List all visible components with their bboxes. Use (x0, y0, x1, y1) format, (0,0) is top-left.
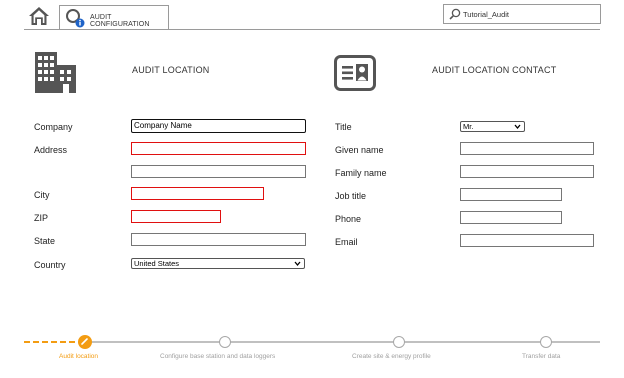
email-label: Email (335, 237, 358, 247)
tab-audit-configuration[interactable]: AUDIT CONFIGURATION (59, 5, 169, 30)
toolbar-divider (24, 29, 600, 30)
project-name: Tutorial_Audit (463, 10, 509, 19)
address-line2-field[interactable] (131, 165, 306, 178)
city-field[interactable] (131, 187, 264, 200)
stepper-progress-line (24, 341, 80, 343)
edit-pencil-icon (81, 338, 88, 345)
company-field[interactable]: Company Name (131, 119, 306, 133)
step-2-label[interactable]: Configure base station and data loggers (160, 353, 275, 360)
step-4-node[interactable] (540, 336, 552, 348)
family-name-label: Family name (335, 168, 387, 178)
address-line1-field[interactable] (131, 142, 306, 155)
building-icon (35, 52, 76, 93)
step-1-node[interactable] (78, 335, 92, 349)
company-label: Company (34, 122, 73, 132)
phone-field[interactable] (460, 211, 562, 224)
given-name-field[interactable] (460, 142, 594, 155)
home-button[interactable] (28, 6, 50, 26)
state-label: State (34, 236, 56, 246)
family-name-field[interactable] (460, 165, 594, 178)
phone-label: Phone (335, 214, 362, 224)
stepper-track-line (90, 341, 600, 343)
magnifier-info-icon (66, 9, 85, 28)
zip-field[interactable] (131, 210, 221, 223)
email-field[interactable] (460, 234, 594, 247)
title-label: Title (335, 122, 352, 132)
zip-label: ZIP (34, 213, 49, 223)
state-field[interactable] (131, 233, 306, 246)
given-name-label: Given name (335, 145, 384, 155)
tab-label: AUDIT CONFIGURATION (90, 14, 150, 28)
job-title-label: Job title (335, 191, 367, 201)
step-1-label[interactable]: Audit location (59, 353, 98, 360)
audit-location-heading: AUDIT LOCATION (132, 65, 210, 75)
chevron-down-icon (294, 261, 301, 267)
job-title-field[interactable] (460, 188, 562, 201)
contact-heading: AUDIT LOCATION CONTACT (432, 65, 557, 75)
country-select[interactable]: United States (131, 258, 305, 269)
step-4-label[interactable]: Transfer data (522, 353, 560, 360)
company-value: Company Name (134, 121, 192, 130)
chevron-down-icon (514, 124, 521, 130)
top-toolbar: AUDIT CONFIGURATION Tutorial_Audit (0, 0, 624, 30)
step-2-node[interactable] (219, 336, 231, 348)
title-select[interactable]: Mr. (460, 121, 525, 132)
city-label: City (34, 190, 50, 200)
contact-card-icon (334, 55, 376, 91)
address-label: Address (34, 145, 68, 155)
country-label: Country (34, 260, 66, 270)
home-icon (29, 7, 49, 25)
step-3-label[interactable]: Create site & energy profile (352, 353, 431, 360)
search-icon (449, 8, 461, 20)
step-3-node[interactable] (393, 336, 405, 348)
title-value: Mr. (463, 122, 474, 131)
country-value: United States (134, 259, 180, 268)
project-search-field[interactable]: Tutorial_Audit (443, 4, 601, 24)
